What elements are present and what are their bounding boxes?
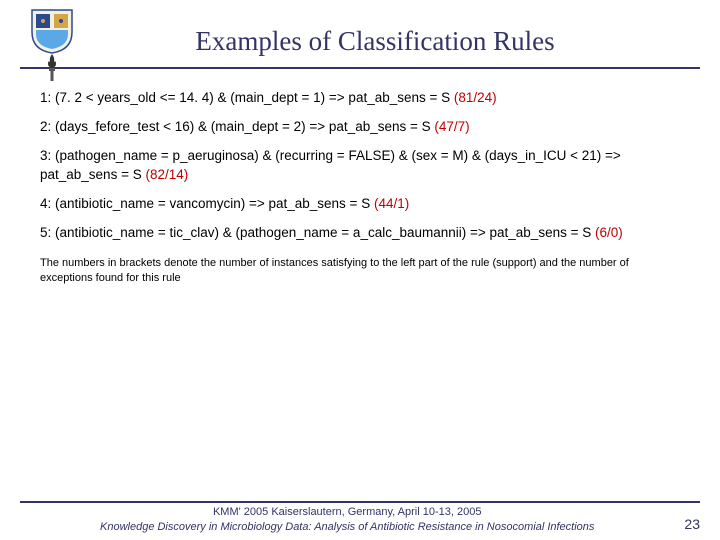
- rule-1-body: 1: (7. 2 < years_old <= 14. 4) & (main_d…: [40, 90, 454, 105]
- slide: Examples of Classification Rules 1: (7. …: [0, 0, 720, 540]
- footer-rule: [20, 501, 700, 503]
- rule-4: 4: (antibiotic_name = vancomycin) => pat…: [40, 195, 680, 213]
- torch-icon: [42, 52, 62, 82]
- footer-row: KMM' 2005 Kaiserslautern, Germany, April…: [20, 505, 700, 534]
- rule-4-body: 4: (antibiotic_name = vancomycin) => pat…: [40, 196, 374, 211]
- title-rule: [20, 67, 700, 69]
- footer-text: KMM' 2005 Kaiserslautern, Germany, April…: [20, 505, 674, 534]
- rule-2-body: 2: (days_fefore_test < 16) & (main_dept …: [40, 119, 434, 134]
- rule-1-stat: (81/24): [454, 90, 497, 105]
- rule-2: 2: (days_fefore_test < 16) & (main_dept …: [40, 118, 680, 136]
- page-number: 23: [674, 516, 700, 534]
- rule-2-stat: (47/7): [434, 119, 469, 134]
- footnote: The numbers in brackets denote the numbe…: [40, 256, 680, 286]
- rule-1: 1: (7. 2 < years_old <= 14. 4) & (main_d…: [40, 89, 680, 107]
- footer-line1: KMM' 2005 Kaiserslautern, Germany, April…: [20, 505, 674, 519]
- rule-5-body: 5: (antibiotic_name = tic_clav) & (patho…: [40, 225, 595, 240]
- rule-5-stat: (6/0): [595, 225, 623, 240]
- rule-3-body: 3: (pathogen_name = p_aeruginosa) & (rec…: [40, 148, 621, 181]
- rule-3-stat: (82/14): [145, 167, 188, 182]
- content-area: 1: (7. 2 < years_old <= 14. 4) & (main_d…: [0, 69, 720, 501]
- crest-icon: [30, 8, 74, 54]
- rule-3: 3: (pathogen_name = p_aeruginosa) & (rec…: [40, 147, 680, 183]
- rule-5: 5: (antibiotic_name = tic_clav) & (patho…: [40, 224, 680, 242]
- logo-group: [30, 8, 74, 82]
- slide-title: Examples of Classification Rules: [20, 8, 700, 65]
- rule-4-stat: (44/1): [374, 196, 409, 211]
- footer-line2: Knowledge Discovery in Microbiology Data…: [20, 520, 674, 534]
- footer: KMM' 2005 Kaiserslautern, Germany, April…: [0, 501, 720, 540]
- header: Examples of Classification Rules: [0, 0, 720, 69]
